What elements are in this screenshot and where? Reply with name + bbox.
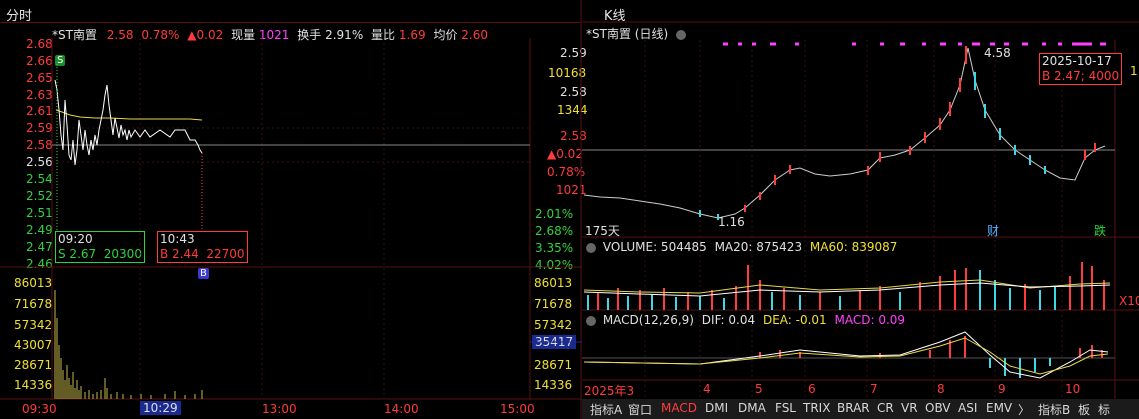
high-price-label: 4.58 bbox=[984, 46, 1011, 60]
macd-params: MACD(12,26,9) bbox=[602, 313, 694, 327]
chevron-down-icon[interactable] bbox=[675, 29, 686, 40]
finance-marker[interactable]: 财 bbox=[987, 222, 999, 239]
date-info-date: 2025-10-17 bbox=[1042, 54, 1112, 68]
month-tick: 4 bbox=[703, 382, 711, 396]
tab-fsl[interactable]: FSL bbox=[775, 401, 796, 415]
tab-vr[interactable]: VR bbox=[901, 401, 918, 415]
tab-window[interactable]: 窗口 bbox=[628, 401, 652, 418]
month-tick: 9 bbox=[998, 382, 1006, 396]
ma60-value: MA60: 839087 bbox=[809, 240, 898, 254]
month-tick: 10 bbox=[1065, 382, 1081, 396]
tab-emv[interactable]: EMV bbox=[986, 401, 1012, 415]
tab-board[interactable]: 板 bbox=[1078, 401, 1090, 418]
tab-dmi[interactable]: DMI bbox=[705, 401, 728, 415]
month-tick: 8 bbox=[937, 382, 945, 396]
date-info-detail: B 2.47; 4000 bbox=[1042, 69, 1120, 83]
month-tick: 2025年3 bbox=[584, 384, 635, 398]
month-tick: 7 bbox=[870, 382, 878, 396]
tab-more-arrow[interactable]: 〉 bbox=[1018, 401, 1030, 418]
chevron-down-icon[interactable] bbox=[586, 242, 596, 253]
tab-macd[interactable]: MACD bbox=[661, 401, 697, 415]
kline-stock-header: *ST南置 (日线) bbox=[586, 25, 689, 42]
intraday-chart bbox=[0, 0, 1139, 419]
tab-trix[interactable]: TRIX bbox=[803, 401, 830, 415]
tab-dma[interactable]: DMA bbox=[738, 401, 766, 415]
kline-title[interactable]: K线 bbox=[604, 5, 626, 24]
right-scale-top: 1 bbox=[1130, 64, 1138, 78]
macd-value: MACD: 0.09 bbox=[834, 313, 906, 327]
indicator-tab-bar: 指标A 窗口 MACD DMI DMA FSL TRIX BRAR CR VR … bbox=[582, 399, 1139, 419]
dea-value: DEA: -0.01 bbox=[762, 313, 827, 327]
volume-indicator-header: VOLUME: 504485 MA20: 875423 MA60: 839087 bbox=[586, 240, 897, 254]
drop-marker[interactable]: 跌 bbox=[1094, 222, 1106, 239]
month-tick: 5 bbox=[755, 382, 763, 396]
tab-cr[interactable]: CR bbox=[877, 401, 894, 415]
date-info-box[interactable]: 2025-10-17 B 2.47; 4000 bbox=[1039, 53, 1123, 85]
days-label: 175天 bbox=[585, 224, 620, 238]
tab-indicator-b[interactable]: 指标B bbox=[1038, 401, 1070, 418]
dif-value: DIF: 0.04 bbox=[701, 313, 756, 327]
tab-mark[interactable]: 标 bbox=[1098, 401, 1110, 418]
tab-obv[interactable]: OBV bbox=[925, 401, 951, 415]
kline-stock-name: *ST南置 (日线) bbox=[586, 27, 669, 41]
month-tick: 6 bbox=[808, 382, 816, 396]
chevron-down-icon[interactable] bbox=[586, 315, 596, 326]
macd-indicator-header: MACD(12,26,9) DIF: 0.04 DEA: -0.01 MACD:… bbox=[586, 313, 905, 327]
tab-asi[interactable]: ASI bbox=[958, 401, 977, 415]
ma20-value: MA20: 875423 bbox=[714, 240, 803, 254]
volume-value: VOLUME: 504485 bbox=[602, 240, 707, 254]
tab-indicator-a[interactable]: 指标A bbox=[590, 401, 622, 418]
right-volume-scale: X10 bbox=[1119, 294, 1139, 308]
tab-brar[interactable]: BRAR bbox=[837, 401, 870, 415]
low-price-label: 1.16 bbox=[718, 215, 745, 229]
